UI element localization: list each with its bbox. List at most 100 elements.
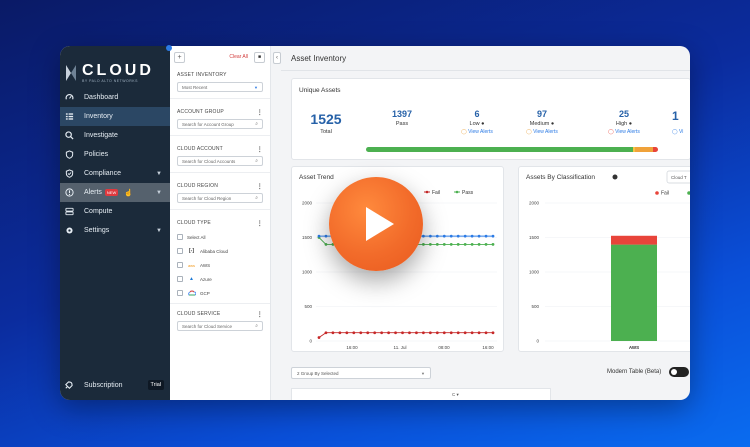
collapse-filters-button[interactable]: ‹: [273, 52, 281, 64]
data-point[interactable]: [401, 331, 404, 335]
sidebar-item-inventory[interactable]: Inventory: [60, 107, 170, 126]
data-point[interactable]: [338, 331, 342, 335]
extra-view-alerts-link[interactable]: ◯ Vi: [672, 129, 690, 135]
cloud-region-search[interactable]: Search for Cloud Region ⌕: [177, 193, 263, 203]
group-by-select[interactable]: 2 Group By Selected ▼: [291, 367, 431, 379]
data-point[interactable]: [428, 331, 432, 335]
data-point[interactable]: [422, 243, 425, 246]
kpi-high[interactable]: 25 High ● ◯ View Alerts: [596, 109, 652, 135]
account-group-search[interactable]: Search for Account Group ⌕: [177, 119, 263, 129]
sidebar-item-dashboard[interactable]: Dashboard: [60, 88, 170, 107]
data-point[interactable]: [470, 331, 474, 335]
checkbox[interactable]: [177, 290, 183, 296]
sidebar-item-settings[interactable]: Settings ▼: [60, 221, 170, 240]
checkbox[interactable]: [177, 248, 183, 254]
data-point[interactable]: [324, 331, 328, 335]
data-point[interactable]: [324, 243, 328, 246]
kpi-total[interactable]: 1525 Total: [306, 111, 346, 135]
add-filter-button[interactable]: +: [174, 51, 185, 63]
data-point[interactable]: [449, 243, 453, 246]
cloud-type-option[interactable]: ▲ Azure: [170, 272, 270, 286]
data-point[interactable]: [324, 234, 328, 238]
data-point[interactable]: [352, 331, 356, 335]
bar-pass[interactable]: [611, 244, 657, 341]
legend-label-fail[interactable]: Fail: [432, 190, 440, 196]
data-point[interactable]: [331, 331, 335, 335]
data-point[interactable]: [484, 331, 488, 335]
sidebar-item-alerts[interactable]: Alerts NEW ☝ ▼: [60, 183, 170, 202]
data-point[interactable]: [359, 331, 363, 335]
data-point[interactable]: [345, 331, 349, 335]
data-point[interactable]: [470, 243, 474, 246]
checkbox[interactable]: [177, 262, 183, 268]
data-point[interactable]: [387, 331, 390, 335]
data-point[interactable]: [366, 331, 370, 335]
data-point[interactable]: [422, 234, 425, 238]
play-video-button[interactable]: [329, 177, 423, 271]
kebab-menu-icon[interactable]: ⋮: [257, 146, 263, 153]
cloud-type-option[interactable]: Select All: [170, 230, 270, 244]
data-point[interactable]: [442, 331, 446, 335]
cloud-account-search[interactable]: Search for Cloud Accounts ⌕: [177, 156, 263, 166]
data-point[interactable]: [317, 336, 321, 339]
medium-view-alerts-link[interactable]: ◯ View Alerts: [514, 129, 570, 135]
data-point[interactable]: [484, 243, 488, 246]
data-point[interactable]: [449, 331, 453, 335]
data-point[interactable]: [463, 243, 467, 246]
data-point[interactable]: [477, 331, 481, 335]
cloud-type-option[interactable]: aws AWS: [170, 258, 270, 272]
high-view-alerts-link[interactable]: ◯ View Alerts: [596, 129, 652, 135]
data-point[interactable]: [470, 234, 474, 238]
data-point[interactable]: [477, 234, 481, 238]
data-point[interactable]: [394, 331, 397, 335]
data-point[interactable]: [456, 243, 460, 246]
bar-fail[interactable]: [611, 235, 657, 245]
data-point[interactable]: [463, 331, 467, 335]
checkbox[interactable]: [177, 234, 183, 240]
asset-inventory-select[interactable]: Most Recent ▼: [177, 82, 263, 92]
data-point[interactable]: [456, 331, 460, 335]
data-point[interactable]: [373, 331, 377, 335]
kebab-menu-icon[interactable]: ⋮: [257, 220, 263, 227]
data-point[interactable]: [491, 234, 495, 238]
kpi-low[interactable]: 6 Low ● ◯ View Alerts: [452, 109, 502, 135]
data-point[interactable]: [442, 243, 446, 246]
data-point[interactable]: [380, 331, 384, 335]
sidebar-item-investigate[interactable]: Investigate: [60, 126, 170, 145]
info-icon[interactable]: [612, 174, 618, 180]
data-point[interactable]: [463, 234, 467, 238]
data-point[interactable]: [435, 331, 439, 335]
data-point[interactable]: [491, 243, 495, 246]
data-point[interactable]: [415, 331, 418, 335]
data-point[interactable]: [442, 234, 446, 238]
legend-label-fail[interactable]: Fail: [661, 191, 669, 197]
data-point[interactable]: [428, 234, 432, 238]
data-point[interactable]: [449, 234, 453, 238]
cloud-service-search[interactable]: Search for Cloud Service ⌕: [177, 321, 263, 331]
kpi-medium[interactable]: 97 Medium ● ◯ View Alerts: [514, 109, 570, 135]
kebab-menu-icon[interactable]: ⋮: [257, 311, 263, 318]
data-point[interactable]: [491, 331, 495, 335]
data-point[interactable]: [435, 234, 439, 238]
low-view-alerts-link[interactable]: ◯ View Alerts: [452, 129, 502, 135]
brand-logo[interactable]: CLOUD BY PALO ALTO NETWORKS: [60, 46, 170, 86]
table-column-header[interactable]: C ▾: [452, 392, 459, 398]
data-point[interactable]: [477, 243, 481, 246]
sidebar-item-subscription[interactable]: Subscription Trial: [60, 376, 170, 394]
sidebar-item-compliance[interactable]: Compliance ▼: [60, 164, 170, 183]
sidebar-item-policies[interactable]: Policies: [60, 145, 170, 164]
kebab-menu-icon[interactable]: ⋮: [257, 183, 263, 190]
clear-all-link[interactable]: Clear All: [229, 54, 248, 60]
data-point[interactable]: [435, 243, 439, 246]
checkbox[interactable]: [177, 276, 183, 282]
modern-table-toggle[interactable]: [669, 367, 689, 377]
data-point[interactable]: [317, 234, 321, 238]
cloud-type-option[interactable]: GCP: [170, 286, 270, 300]
cloud-type-option[interactable]: [-] Alibaba Cloud: [170, 244, 270, 258]
data-point[interactable]: [428, 243, 432, 246]
data-point[interactable]: [456, 234, 460, 238]
legend-label-pass[interactable]: Pass: [462, 190, 474, 196]
data-point[interactable]: [422, 331, 425, 335]
save-filter-button[interactable]: ■: [254, 51, 265, 63]
kebab-menu-icon[interactable]: ⋮: [257, 109, 263, 116]
